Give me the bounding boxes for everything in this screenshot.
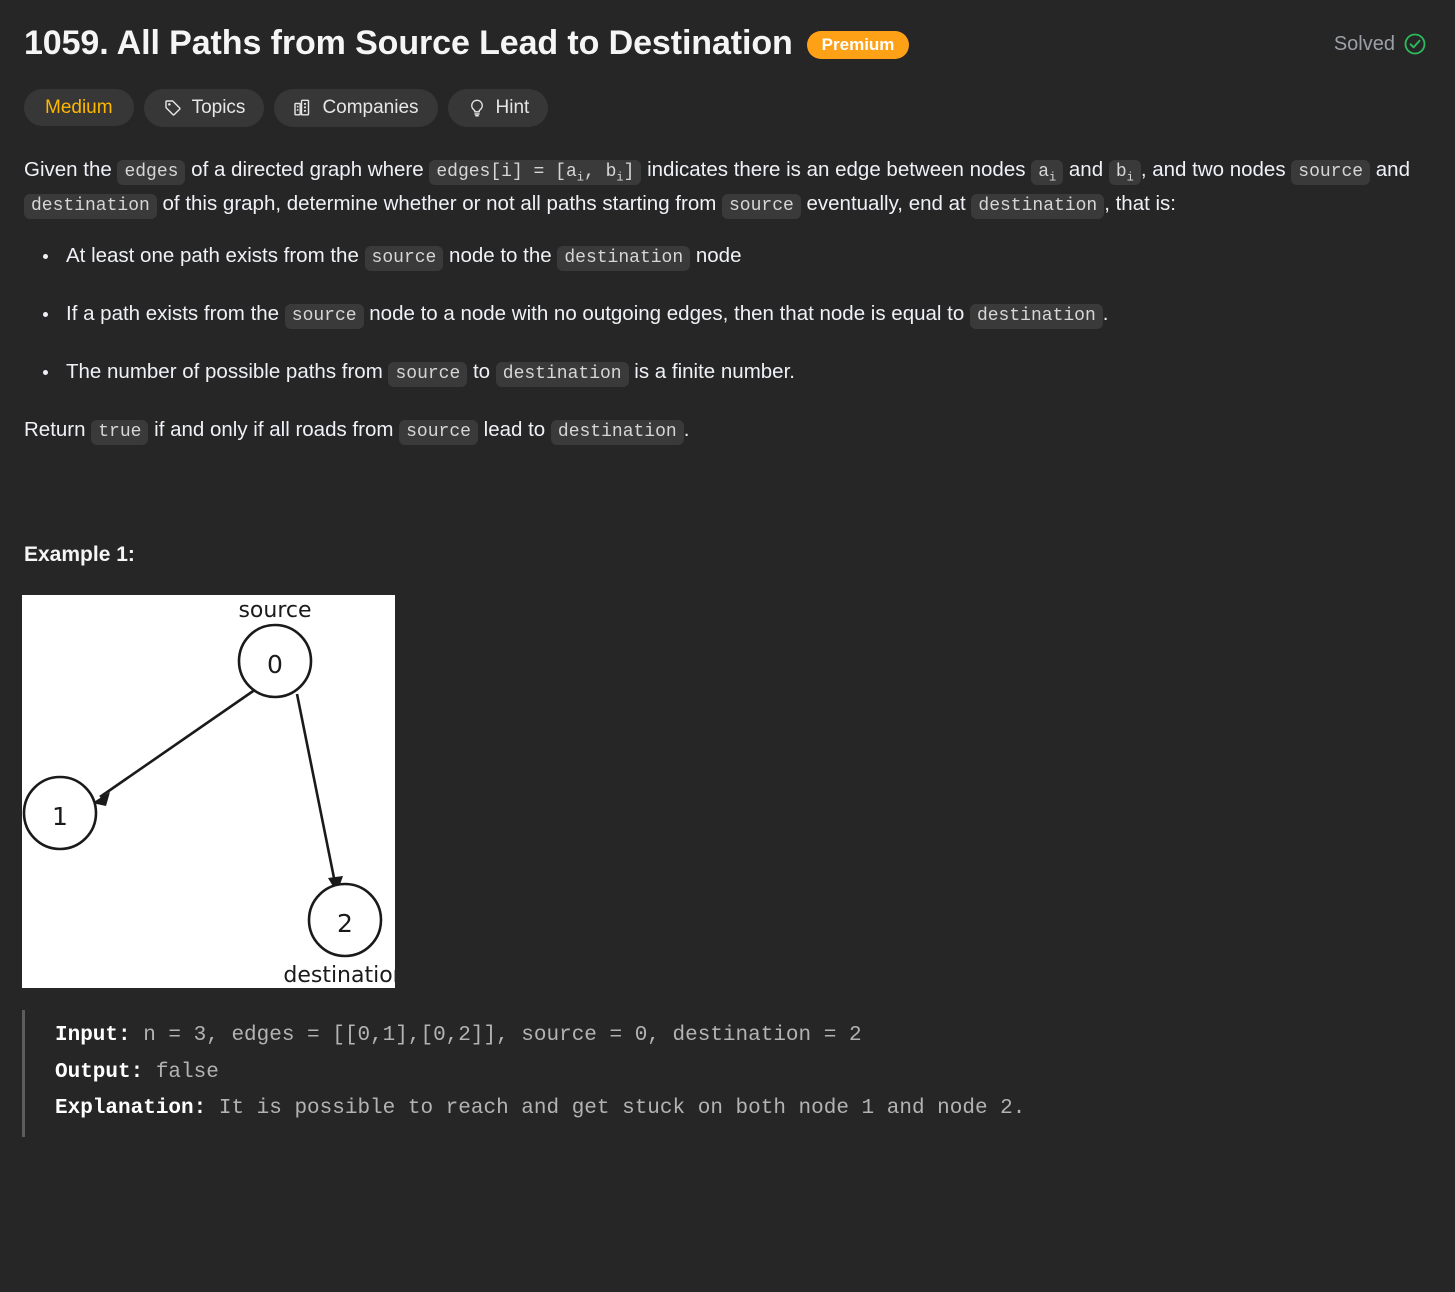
bullet-text: The number of possible paths from [66,360,389,384]
return-text: Return [24,418,92,442]
hint-button[interactable]: Hint [447,88,549,127]
difficulty-badge[interactable]: Medium [24,89,134,126]
companies-label: Companies [322,97,419,118]
code-part: b [1115,161,1127,182]
example-graph-image: 0 source 1 2 destination [22,595,395,989]
code-destination: destination [971,193,1105,219]
code-destination: destination [495,362,629,388]
solved-label: Solved [1333,32,1395,55]
desc-text: eventually, end at [800,191,972,215]
code-true: true [91,420,149,446]
explanation-value: It is possible to reach and get stuck on… [206,1096,1026,1120]
output-value: false [143,1060,219,1084]
premium-badge[interactable]: Premium [806,31,910,60]
code-ai: ai [1031,159,1064,185]
problem-description: Given the edges of a directed graph wher… [0,127,1455,448]
svg-text:2: 2 [337,909,353,938]
bullet-text: If a path exists from the [66,301,285,325]
problem-page: 1059. All Paths from Source Lead to Dest… [0,0,1455,1292]
code-subscript: i [1126,170,1134,185]
source-node-label: source [238,598,311,623]
return-text: . [683,418,690,442]
code-part: edges[i] = [a [436,161,577,182]
code-subscript: i [576,170,584,185]
code-source: source [364,245,444,271]
bullet-text: is a finite number. [628,360,795,384]
code-destination: destination [550,420,684,446]
return-text: lead to [477,418,551,442]
return-text: if and only if all roads from [148,418,400,442]
code-destination: destination [24,193,157,219]
bullet-text: . [1102,301,1109,325]
list-item: If a path exists from the source node to… [60,297,1431,331]
destination-node-label: destination [283,963,395,988]
lightbulb-icon [467,98,487,118]
check-circle-icon [1403,32,1427,56]
difficulty-label: Medium [45,97,113,118]
svg-text:0: 0 [267,650,283,679]
code-source: source [388,362,468,388]
page-title: 1059. All Paths from Source Lead to Dest… [24,24,793,62]
desc-text: indicates there is an edge between nodes [641,157,1032,181]
code-part: a [1038,161,1049,182]
desc-text: and [1063,157,1109,181]
input-label: Input: [55,1024,131,1048]
companies-button[interactable]: Companies [274,88,438,127]
code-source: source [1291,159,1371,185]
code-subscript: i [1049,170,1057,185]
code-subscript: i [616,170,624,185]
desc-text: , and two nodes [1140,157,1292,181]
example-heading: Example 1: [24,543,135,567]
bullet-text: node [690,243,742,267]
graph-node-0: 0 [237,624,313,699]
return-statement: Return true if and only if all roads fro… [24,413,1431,447]
graph-node-1: 1 [22,776,98,851]
title-left-group: 1059. All Paths from Source Lead to Dest… [24,22,1334,65]
code-edges-index: edges[i] = [ai, bi] [429,159,642,185]
graph-node-2: 2 [307,883,383,958]
code-part: , b [583,161,617,182]
condition-list: At least one path exists from the source… [24,239,1431,389]
code-destination: destination [557,245,691,271]
input-value: n = 3, edges = [[0,1],[0,2]], source = 0… [130,1024,862,1048]
code-source: source [722,193,801,219]
example-io-block: Input: n = 3, edges = [[0,1],[0,2]], sou… [22,1010,1455,1137]
bullet-text: node to the [443,243,558,267]
desc-text: of this graph, determine whether or not … [156,191,722,215]
bullet-text: to [467,360,496,384]
svg-text:1: 1 [52,802,68,831]
desc-text: , that is: [1104,191,1176,215]
topics-label: Topics [191,97,246,118]
code-part: ] [623,161,635,182]
code-destination: destination [969,303,1103,329]
list-item: At least one path exists from the source… [60,239,1431,273]
output-label: Output: [55,1060,144,1084]
list-item: The number of possible paths from source… [60,355,1431,389]
bullet-text: node to a node with no outgoing edges, t… [363,301,970,325]
solved-status: Solved [1334,22,1431,56]
desc-text: of a directed graph where [185,157,430,181]
buildings-icon [293,98,313,118]
tag-pill-row: Medium Topics Companies Hint [0,65,1455,127]
bullet-text: At least one path exists from the [66,243,365,267]
tag-icon [163,98,183,118]
code-edges: edges [117,159,186,185]
hint-label: Hint [495,97,530,118]
explanation-label: Explanation: [55,1096,207,1120]
description-paragraph: Given the edges of a directed graph wher… [24,153,1431,221]
code-source: source [284,303,364,329]
graph-svg: 0 source 1 2 destination [22,595,395,989]
code-bi: bi [1108,159,1141,185]
code-source: source [399,420,478,446]
title-row: 1059. All Paths from Source Lead to Dest… [0,0,1455,65]
topics-button[interactable]: Topics [143,88,265,127]
desc-text: and [1370,157,1410,181]
desc-text: Given the [24,157,118,181]
